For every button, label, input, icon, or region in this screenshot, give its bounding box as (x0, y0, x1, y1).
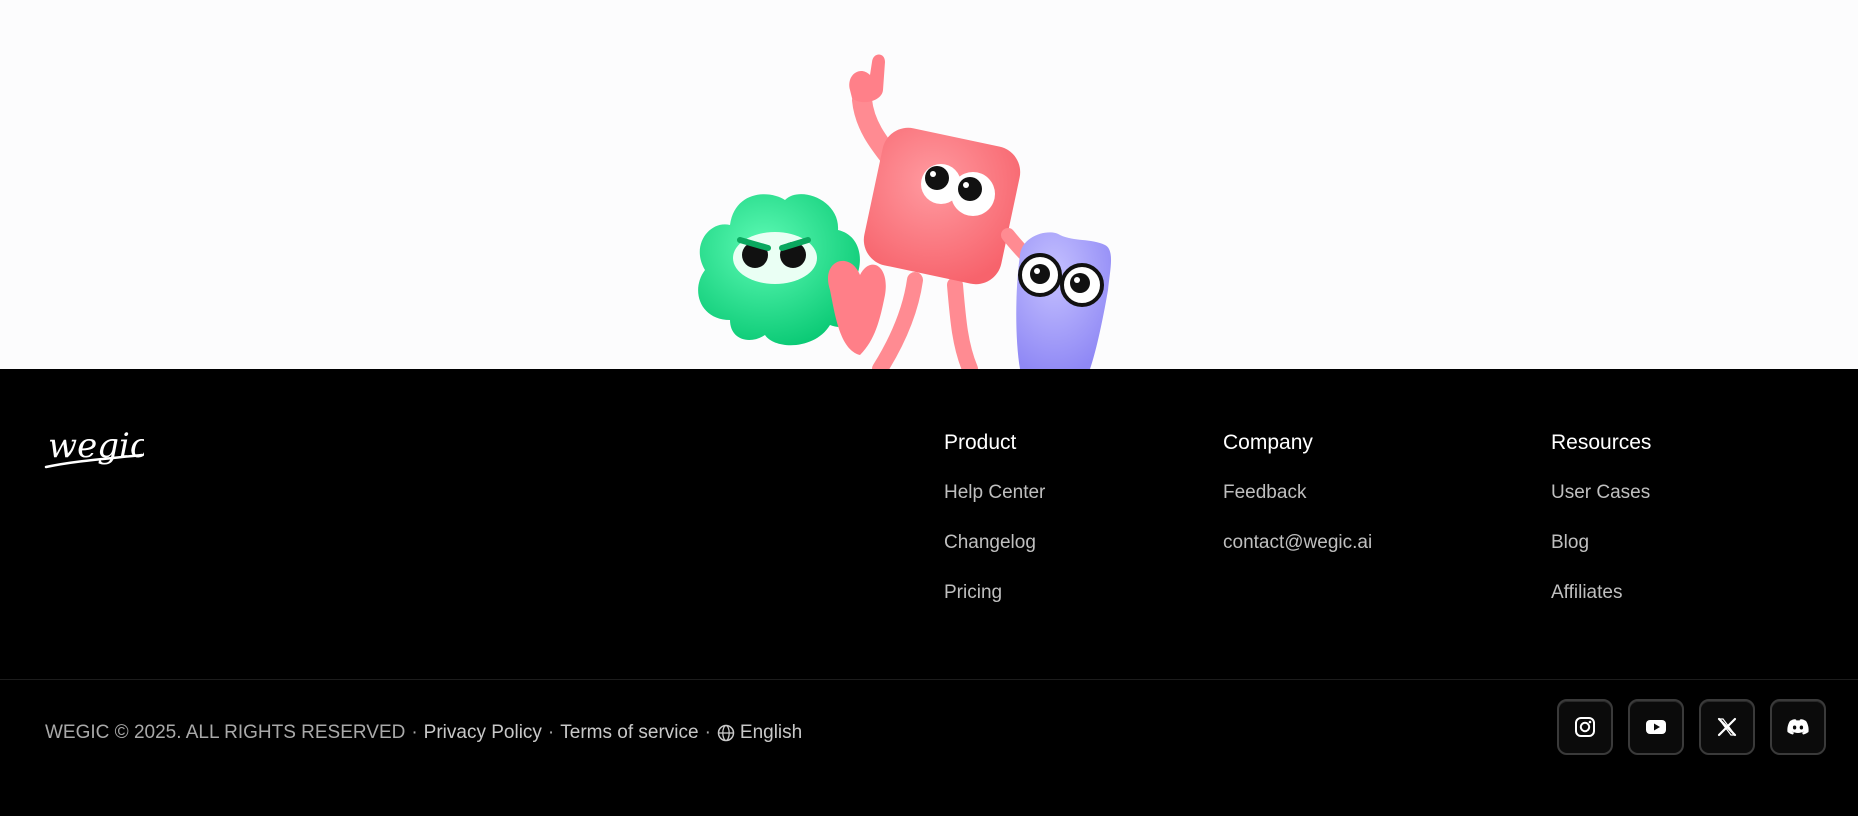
copyright-text: WEGIC © 2025. ALL RIGHTS RESERVED (45, 722, 406, 743)
link-pricing[interactable]: Pricing (944, 582, 1002, 603)
instagram-button[interactable] (1557, 699, 1613, 755)
instagram-icon (1575, 717, 1595, 737)
link-contact-email[interactable]: contact@wegic.ai (1223, 532, 1372, 553)
discord-icon (1787, 719, 1809, 735)
link-blog[interactable]: Blog (1551, 532, 1589, 553)
language-label: English (739, 722, 803, 743)
hero-section (0, 0, 1858, 369)
site-footer: wegic Product Help Center Changelog Pric… (0, 369, 1858, 816)
footer-divider (0, 679, 1858, 680)
youtube-button[interactable] (1628, 699, 1684, 755)
x-icon (1717, 717, 1737, 737)
link-help-center[interactable]: Help Center (944, 482, 1045, 503)
column-title: Product (944, 431, 1017, 454)
separator: · (704, 722, 711, 743)
link-user-cases[interactable]: User Cases (1551, 482, 1650, 503)
footer-column-resources: Resources User Cases Blog Affiliates (1551, 431, 1651, 605)
wegic-logo-mark: wegic (44, 426, 149, 469)
separator: · (411, 722, 418, 743)
separator: · (547, 722, 555, 743)
footer-column-company: Company Feedback contact@wegic.ai (1223, 431, 1372, 555)
mascot-illustration (698, 54, 1112, 369)
terms-of-service-link[interactable]: Terms of service (560, 722, 698, 744)
footer-bottom-bar: WEGIC © 2025. ALL RIGHTS RESERVED · Priv… (45, 716, 802, 750)
globe-icon (717, 724, 735, 742)
privacy-policy-link[interactable]: Privacy Policy (424, 722, 542, 744)
social-links (1557, 699, 1826, 755)
wegic-logo[interactable]: wegic (44, 425, 149, 475)
link-affiliates[interactable]: Affiliates (1551, 582, 1622, 603)
youtube-icon (1646, 720, 1666, 734)
footer-column-product: Product Help Center Changelog Pricing (944, 431, 1045, 605)
column-title: Company (1223, 431, 1313, 454)
language-selector[interactable]: English (717, 722, 802, 744)
x-button[interactable] (1699, 699, 1755, 755)
discord-button[interactable] (1770, 699, 1826, 755)
column-title: Resources (1551, 431, 1652, 454)
link-feedback[interactable]: Feedback (1223, 482, 1306, 503)
link-changelog[interactable]: Changelog (944, 532, 1036, 553)
